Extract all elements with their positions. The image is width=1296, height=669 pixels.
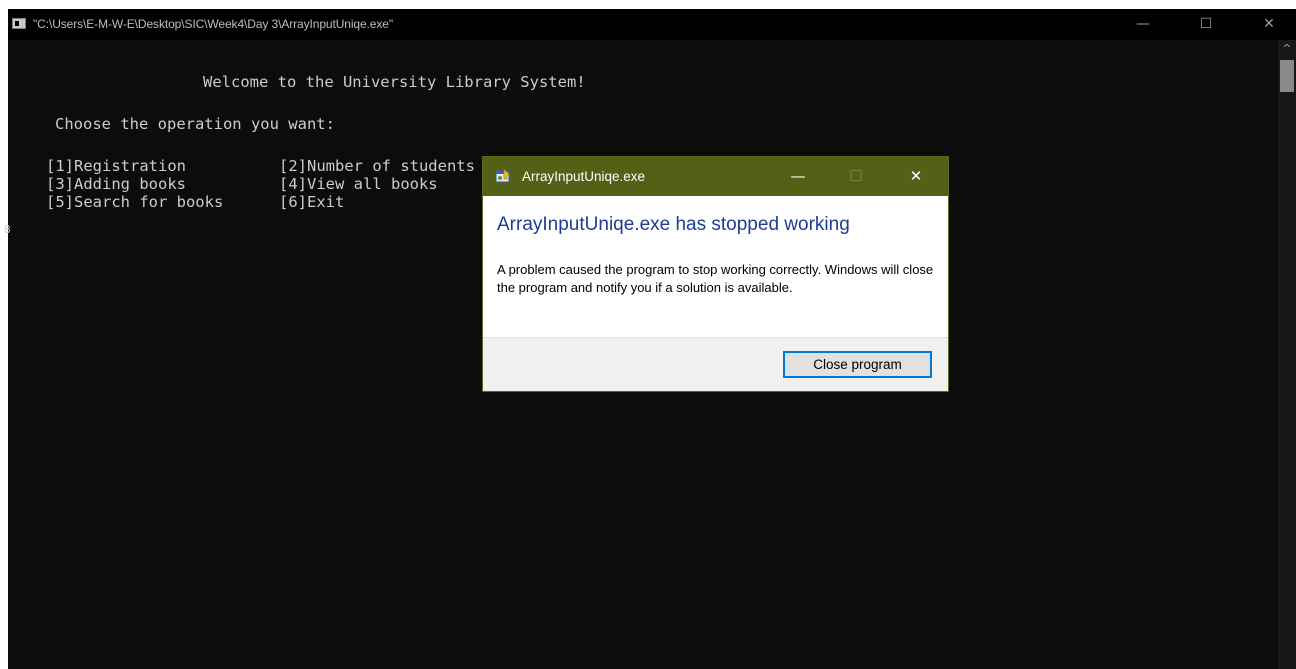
dialog-footer: Close program <box>483 337 948 391</box>
dialog-heading: ArrayInputUniqe.exe has stopped working <box>497 214 850 235</box>
dialog-maximize-button: ☐ <box>849 167 863 185</box>
window-title: "C:\Users\E-M-W-E\Desktop\SIC\Week4\Day … <box>33 17 393 31</box>
error-dialog: ArrayInputUniqe.exe — ☐ ✕ ArrayInputUniq… <box>482 156 949 392</box>
menu-option-search-for-books: [5]Search for books <box>46 193 224 211</box>
close-button[interactable]: ✕ <box>1246 9 1292 40</box>
welcome-text: Welcome to the University Library System… <box>203 73 586 91</box>
dialog-close-button[interactable]: ✕ <box>893 157 939 196</box>
menu-option-view-all-books: [4]View all books <box>279 175 438 193</box>
vertical-scrollbar[interactable]: ^ <box>1278 40 1296 669</box>
menu-option-exit: [6]Exit <box>279 193 345 211</box>
console-app-icon <box>12 18 26 29</box>
scrollbar-thumb[interactable] <box>1280 60 1294 92</box>
prompt-text: Choose the operation you want: <box>55 115 335 133</box>
dialog-title: ArrayInputUniqe.exe <box>522 169 646 184</box>
close-program-button[interactable]: Close program <box>783 351 932 378</box>
dialog-titlebar[interactable]: ArrayInputUniqe.exe — ☐ ✕ <box>483 157 948 196</box>
console-cursor: 8 <box>4 223 11 236</box>
maximize-button[interactable]: ☐ <box>1183 9 1229 40</box>
window-titlebar[interactable]: "C:\Users\E-M-W-E\Desktop\SIC\Week4\Day … <box>8 9 1296 40</box>
dialog-message: A problem caused the program to stop wor… <box>497 262 934 295</box>
menu-option-number-of-students: [2]Number of students <box>279 157 475 175</box>
error-app-icon <box>495 168 511 183</box>
menu-option-registration: [1]Registration <box>46 157 186 175</box>
dialog-minimize-button[interactable]: — <box>775 157 821 196</box>
scroll-up-arrow-icon[interactable]: ^ <box>1278 40 1296 58</box>
minimize-button[interactable]: — <box>1120 9 1166 40</box>
menu-option-adding-books: [3]Adding books <box>46 175 186 193</box>
